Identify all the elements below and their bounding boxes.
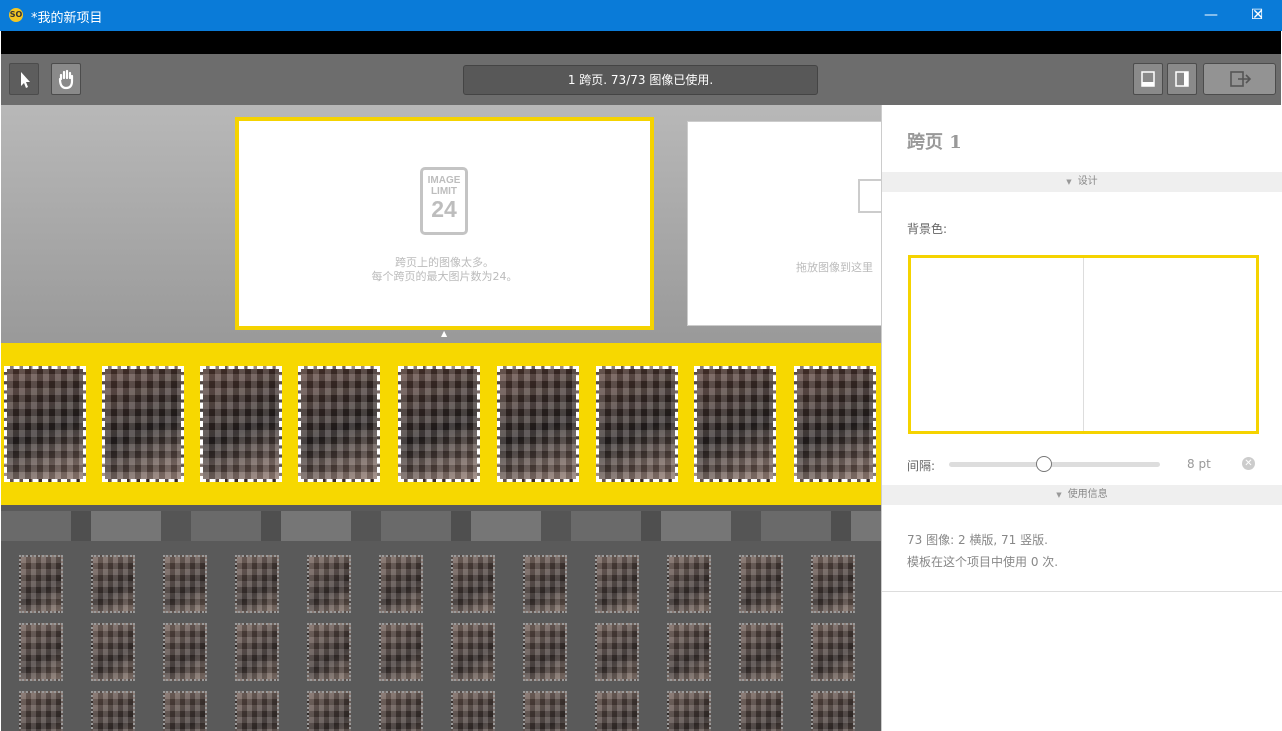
selected-spread-caret-icon: ▲ xyxy=(441,329,448,338)
library-thumbnail[interactable] xyxy=(307,691,351,731)
library-thumbnail[interactable] xyxy=(379,691,423,731)
library-thumbnail[interactable] xyxy=(739,691,783,731)
library-thumbnail[interactable] xyxy=(379,555,423,613)
gap-value: 8 pt xyxy=(1187,457,1211,471)
background-color-preview[interactable] xyxy=(908,255,1259,434)
bottom-panel-toggle-button[interactable] xyxy=(1133,63,1163,95)
spread-image-thumbnail[interactable] xyxy=(102,366,184,482)
usage-section-header[interactable]: ▼ 使用信息 xyxy=(882,485,1282,505)
app-logo-icon: SO xyxy=(9,8,23,22)
spread-image-strip[interactable] xyxy=(1,343,881,505)
library-thumbnail[interactable] xyxy=(811,555,855,613)
library-thumbnail[interactable] xyxy=(19,623,63,681)
library-thumbnail[interactable] xyxy=(451,691,495,731)
window-title: *我的新项目 xyxy=(31,11,103,26)
spread-canvas[interactable]: IMAGE LIMIT 24 跨页上的图像太多。 每个跨页的最大图片数为24。 … xyxy=(1,105,881,345)
spread-1[interactable]: IMAGE LIMIT 24 跨页上的图像太多。 每个跨页的最大图片数为24。 xyxy=(235,117,654,330)
image-limit-icon: IMAGE LIMIT 24 xyxy=(420,167,468,235)
library-thumbnail[interactable] xyxy=(379,623,423,681)
spread-image-thumbnail[interactable] xyxy=(497,366,579,482)
image-limit-warning: 跨页上的图像太多。 每个跨页的最大图片数为24。 xyxy=(371,256,518,283)
drop-placeholder-icon xyxy=(858,179,881,213)
library-thumbnail[interactable] xyxy=(91,555,135,613)
library-thumbnail[interactable] xyxy=(163,623,207,681)
export-button[interactable] xyxy=(1203,63,1276,95)
gap-slider-handle[interactable] xyxy=(1035,456,1052,472)
library-thumbnail[interactable] xyxy=(235,555,279,613)
spread-2[interactable]: 拖放图像到这里 xyxy=(687,121,881,326)
library-thumbnail[interactable] xyxy=(19,691,63,731)
library-thumbnail[interactable] xyxy=(595,555,639,613)
library-thumbnail[interactable] xyxy=(523,691,567,731)
library-thumbnail[interactable] xyxy=(235,623,279,681)
spread-image-thumbnail[interactable] xyxy=(298,366,380,482)
library-thumbnail[interactable] xyxy=(667,691,711,731)
library-thumbnail[interactable] xyxy=(91,623,135,681)
library-thumbnail[interactable] xyxy=(307,555,351,613)
title-bar: SO *我的新项目 — ☐ xyxy=(0,0,1282,31)
close-button[interactable]: ✕ xyxy=(1235,0,1281,31)
library-thumbnail[interactable] xyxy=(523,555,567,613)
image-library[interactable] xyxy=(1,505,881,731)
library-thumbnail[interactable] xyxy=(163,691,207,731)
chevron-down-icon: ▼ xyxy=(1056,491,1062,499)
bottom-panel-icon xyxy=(1141,71,1155,87)
divider xyxy=(882,591,1282,592)
panel-title: 跨页 1 xyxy=(907,132,962,153)
hand-icon xyxy=(58,69,74,90)
spread-image-thumbnail[interactable] xyxy=(794,366,876,482)
library-thumbnail[interactable] xyxy=(451,623,495,681)
hand-tool-button[interactable] xyxy=(51,63,81,95)
library-thumbnail[interactable] xyxy=(523,623,567,681)
spread-image-thumbnail[interactable] xyxy=(694,366,776,482)
pointer-icon xyxy=(21,72,30,88)
library-thumbnail[interactable] xyxy=(811,691,855,731)
library-thumbnail[interactable] xyxy=(307,623,351,681)
side-panel-toggle-button[interactable] xyxy=(1167,63,1197,95)
gap-label: 间隔: xyxy=(907,459,936,473)
library-toolbar[interactable] xyxy=(1,511,881,541)
library-thumbnail[interactable] xyxy=(667,555,711,613)
usage-template-count: 模板在这个项目中使用 0 次. xyxy=(907,555,1059,569)
spread-image-thumbnail[interactable] xyxy=(4,366,86,482)
library-thumbnail[interactable] xyxy=(811,623,855,681)
background-color-label: 背景色: xyxy=(907,222,948,236)
chevron-down-icon: ▼ xyxy=(1066,178,1072,186)
spread-image-thumbnail[interactable] xyxy=(596,366,678,482)
usage-images-count: 73 图像: 2 横版, 71 竖版. xyxy=(907,533,1048,547)
spread-image-thumbnail[interactable] xyxy=(398,366,480,482)
library-thumbnail[interactable] xyxy=(667,623,711,681)
library-thumbnail[interactable] xyxy=(235,691,279,731)
select-tool-button[interactable] xyxy=(9,63,39,95)
library-thumbnail[interactable] xyxy=(163,555,207,613)
export-icon xyxy=(1230,71,1252,87)
library-thumbnail[interactable] xyxy=(451,555,495,613)
menu-bar xyxy=(1,31,1281,54)
properties-panel: 跨页 1 ▼ 设计 背景色: 间隔: 8 pt ✕ ▼ 使用信息 73 图像: 2 … xyxy=(881,105,1282,731)
library-thumbnail[interactable] xyxy=(19,555,63,613)
toolbar: 1 跨页. 73/73 图像已使用. xyxy=(1,54,1281,105)
reset-gap-icon[interactable]: ✕ xyxy=(1242,457,1255,470)
library-thumbnail[interactable] xyxy=(595,691,639,731)
design-section-header[interactable]: ▼ 设计 xyxy=(882,172,1282,192)
status-text: 1 跨页. 73/73 图像已使用. xyxy=(463,65,818,95)
spread-fold-line xyxy=(1083,258,1084,431)
side-panel-icon xyxy=(1175,71,1189,87)
spread-image-thumbnail[interactable] xyxy=(200,366,282,482)
gap-slider[interactable] xyxy=(949,462,1160,467)
library-thumbnail[interactable] xyxy=(595,623,639,681)
library-thumbnail[interactable] xyxy=(739,623,783,681)
library-thumbnail[interactable] xyxy=(91,691,135,731)
drop-hint: 拖放图像到这里 xyxy=(796,261,873,274)
library-thumbnail[interactable] xyxy=(739,555,783,613)
